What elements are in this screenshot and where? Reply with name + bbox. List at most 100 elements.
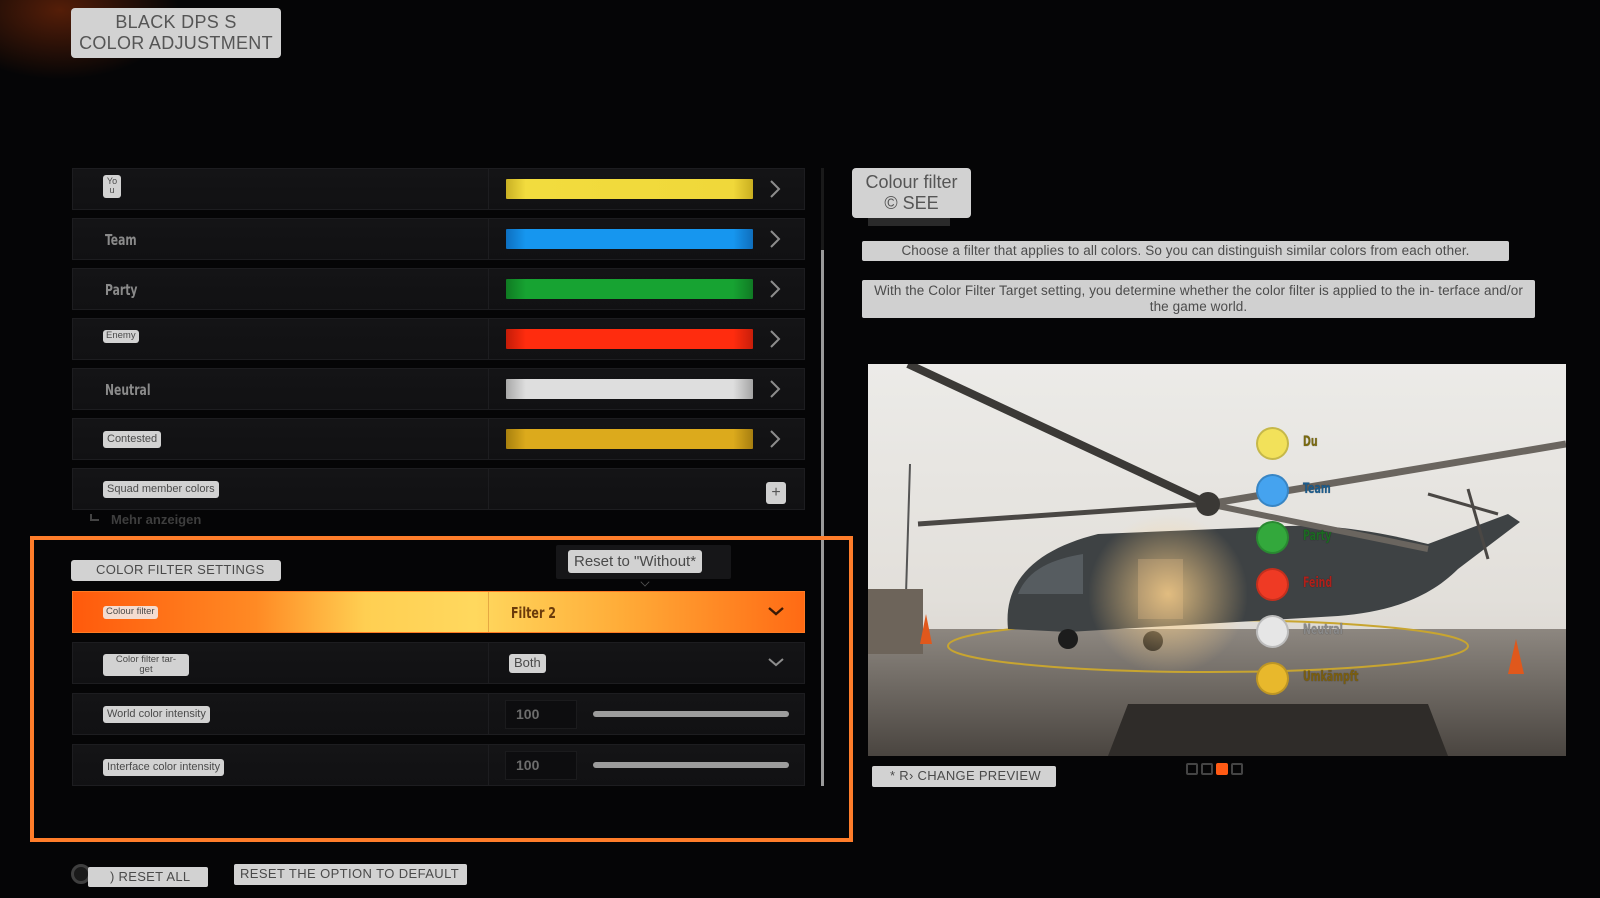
stairs: [1108, 704, 1448, 756]
chevron-down-icon[interactable]: [766, 604, 786, 618]
legend-dot: [1256, 427, 1289, 460]
preview-image: Du Team Party Feind Neutral Umkämpft: [868, 364, 1566, 756]
show-more-link[interactable]: Mehr anzeigen: [90, 512, 201, 527]
colour-filter-dropdown[interactable]: Colour filter Filter 2: [72, 591, 805, 633]
legend-dot: [1256, 568, 1289, 601]
pager-dot[interactable]: [1231, 763, 1243, 775]
legend-label: Party: [1303, 528, 1332, 544]
change-preview-button[interactable]: * R› CHANGE PREVIEW: [872, 766, 1056, 787]
reset-default-button[interactable]: RESET THE OPTION TO DEFAULT: [234, 864, 467, 885]
world-color-intensity-row: World color intensity 100: [72, 693, 805, 735]
page-title-line-2: COLOR ADJUSTMENT: [79, 32, 273, 53]
row-name-cell: Color filter tar- get: [73, 643, 488, 683]
divider: [488, 694, 489, 734]
reset-tooltip: Reset to "Without*: [556, 545, 731, 587]
interface-intensity-input[interactable]: 100: [505, 751, 577, 780]
rotor-hub: [1196, 492, 1220, 516]
row-label: Colour filter: [103, 606, 158, 619]
info-title-line-2: © SEE: [884, 192, 939, 213]
row-label: Yo u: [103, 175, 121, 198]
legend-label: Feind: [1303, 575, 1333, 591]
legend-dot: [1256, 474, 1289, 507]
row-label: Neutral: [105, 381, 151, 399]
legend-item: Du: [1256, 427, 1456, 463]
pager-dot[interactable]: [1216, 763, 1228, 775]
chevron-right-icon[interactable]: [768, 228, 782, 250]
legend-item: Umkämpft: [1256, 662, 1456, 698]
focus-highlight-frame: [30, 536, 853, 842]
interface-intensity-slider[interactable]: [593, 762, 789, 768]
legend-dot: [1256, 615, 1289, 648]
row-name-cell: Enemy: [73, 319, 488, 359]
row-name-cell: Neutral: [73, 369, 488, 409]
legend-dot: [1256, 521, 1289, 554]
swatch-enemy[interactable]: [506, 329, 753, 349]
row-name-cell: Interface color intensity: [73, 745, 488, 785]
legend-item: Party: [1256, 521, 1456, 557]
slider-fill: [593, 711, 789, 717]
page-title-line-1: BLACK DPS S: [115, 12, 237, 32]
row-label: Interface color intensity: [103, 759, 225, 776]
row-label: Color filter tar- get: [103, 654, 189, 676]
row-label: Contested: [103, 431, 162, 448]
info-title-line-1: Colour filter: [865, 172, 958, 192]
row-name-cell: World color intensity: [73, 694, 488, 734]
chevron-right-icon[interactable]: [768, 378, 782, 400]
chevron-right-icon[interactable]: [768, 178, 782, 200]
row-name-cell: Colour filter: [73, 592, 488, 632]
divider: [488, 469, 489, 509]
chevron-right-icon[interactable]: [768, 278, 782, 300]
row-name-cell: Party: [73, 269, 488, 309]
color-row-team[interactable]: Team: [72, 218, 805, 260]
tree-corner-icon: [90, 514, 99, 521]
row-label: Squad member colors: [103, 481, 219, 498]
swatch-contested[interactable]: [506, 429, 753, 449]
color-row-you[interactable]: Yo u: [72, 168, 805, 210]
swatch-team[interactable]: [506, 229, 753, 249]
dropdown-value: Filter 2: [511, 604, 556, 622]
swatch-neutral[interactable]: [506, 379, 753, 399]
color-row-contested[interactable]: Contested: [72, 418, 805, 460]
row-name-cell: Squad member colors: [73, 469, 488, 509]
tooltip-text: Reset to "Without*: [568, 550, 703, 574]
row-name-cell: Team: [73, 219, 488, 259]
chevron-down-icon[interactable]: [766, 655, 786, 669]
world-intensity-slider[interactable]: [593, 711, 789, 717]
row-label: Party: [105, 281, 138, 299]
divider: [488, 269, 489, 309]
legend-label: Neutral: [1303, 622, 1343, 638]
crate: [868, 589, 923, 654]
swatch-you[interactable]: [506, 179, 753, 199]
color-row-party[interactable]: Party: [72, 268, 805, 310]
color-filter-target-dropdown[interactable]: Color filter tar- get Both: [72, 642, 805, 684]
legend-item: Team: [1256, 474, 1456, 510]
reset-all-button[interactable]: ) RESET ALL: [88, 867, 208, 887]
chevron-right-icon[interactable]: [768, 428, 782, 450]
divider: [488, 369, 489, 409]
world-intensity-input[interactable]: 100: [505, 700, 577, 729]
pager-dot[interactable]: [1186, 763, 1198, 775]
interface-color-intensity-row: Interface color intensity 100: [72, 744, 805, 786]
chevron-right-icon[interactable]: [768, 328, 782, 350]
wheel: [1058, 629, 1078, 649]
swatch-party[interactable]: [506, 279, 753, 299]
row-name-cell: Contested: [73, 419, 488, 459]
slider-fill: [593, 762, 789, 768]
page-title: BLACK DPS S COLOR ADJUSTMENT: [71, 8, 281, 58]
divider: [488, 319, 489, 359]
color-row-enemy[interactable]: Enemy: [72, 318, 805, 360]
legend-item: Neutral: [1256, 615, 1456, 651]
pager-dot[interactable]: [1201, 763, 1213, 775]
plus-icon[interactable]: +: [766, 482, 786, 504]
info-title: Colour filter © SEE: [852, 168, 971, 218]
divider: [488, 592, 489, 632]
section-title: COLOR FILTER SETTINGS: [71, 560, 281, 581]
divider: [488, 745, 489, 785]
dropdown-value: Both: [509, 654, 546, 673]
scrollbar-thumb[interactable]: [821, 250, 824, 786]
row-label: Enemy: [103, 330, 139, 343]
legend-label: Team: [1303, 481, 1331, 497]
color-row-squad[interactable]: Squad member colors +: [72, 468, 805, 510]
color-row-neutral[interactable]: Neutral: [72, 368, 805, 410]
legend-item: Feind: [1256, 568, 1456, 604]
